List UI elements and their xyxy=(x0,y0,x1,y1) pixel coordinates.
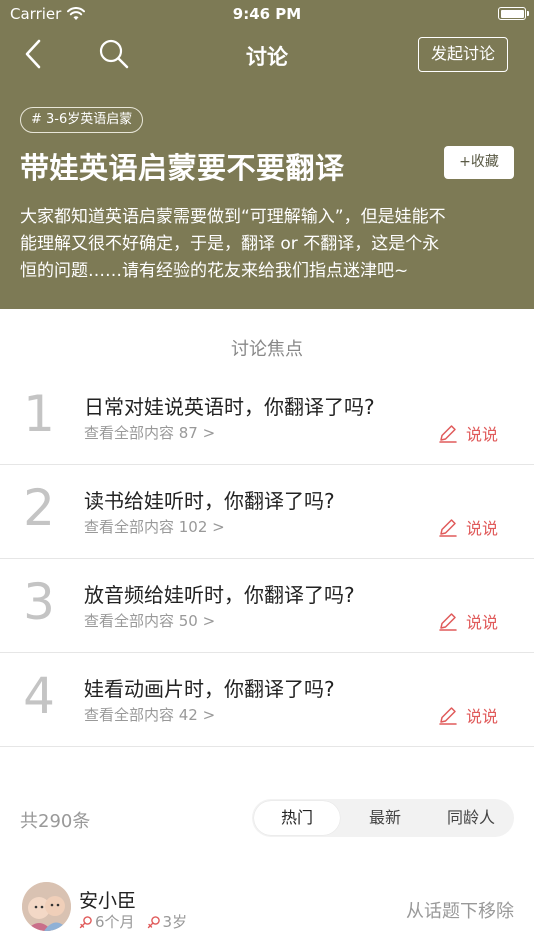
female-icon xyxy=(79,915,92,928)
say-label: 说说 xyxy=(466,613,499,632)
total-count: 共290条 xyxy=(20,811,91,832)
view-all-link[interactable]: 查看全部内容 102 > xyxy=(84,516,225,537)
say-label: 说说 xyxy=(466,707,499,726)
tab-same-age[interactable]: 同龄人 xyxy=(428,799,514,837)
say-label: 说说 xyxy=(466,519,499,538)
pencil-icon xyxy=(439,613,457,631)
say-button[interactable]: 说说 xyxy=(438,421,498,445)
say-label: 说说 xyxy=(466,425,499,444)
topic-header: Carrier 9:46 PM 讨论 发起讨论 # 3-6岁英语启蒙 带娃英语启… xyxy=(0,0,534,309)
focus-list: 1 日常对娃说英语时，你翻译了吗? 查看全部内容 87 > 说说 2 读书给娃听… xyxy=(0,371,534,747)
child-age: 6个月 xyxy=(95,913,135,931)
focus-question[interactable]: 娃看动画片时，你翻译了吗? xyxy=(84,673,335,702)
focus-number: 4 xyxy=(23,667,55,725)
focus-question[interactable]: 日常对娃说英语时，你翻译了吗? xyxy=(84,391,375,420)
topic-description: 大家都知道英语启蒙需要做到“可理解输入”，但是娃能不 能理解又很不好确定，于是，… xyxy=(20,204,516,285)
say-button[interactable]: 说说 xyxy=(438,703,498,727)
focus-item[interactable]: 3 放音频给娃听时，你翻译了吗? 查看全部内容 50 > 说说 xyxy=(0,559,534,653)
back-chevron-icon[interactable] xyxy=(18,38,50,70)
avatar[interactable] xyxy=(22,882,71,931)
nav-bar: 讨论 发起讨论 xyxy=(0,30,534,80)
topic-description-line: 大家都知道英语启蒙需要做到“可理解输入”，但是娃能不 xyxy=(20,207,446,227)
focus-item[interactable]: 4 娃看动画片时，你翻译了吗? 查看全部内容 42 > 说说 xyxy=(0,653,534,747)
status-bar: Carrier 9:46 PM xyxy=(0,0,534,28)
topic-tag[interactable]: # 3-6岁英语启蒙 xyxy=(20,107,144,133)
avatar-image xyxy=(22,882,71,931)
topic-description-line: 能理解又很不好确定，于是，翻译 or 不翻译，这是个永 xyxy=(20,234,440,254)
tab-hot[interactable]: 热门 xyxy=(254,801,340,835)
view-all-link[interactable]: 查看全部内容 87 > xyxy=(84,422,215,443)
pencil-icon xyxy=(439,519,457,537)
view-all-link[interactable]: 查看全部内容 42 > xyxy=(84,704,215,725)
pencil-icon xyxy=(439,425,457,443)
female-icon xyxy=(147,915,160,928)
child-age-item: 6个月 xyxy=(79,911,135,932)
pencil-icon xyxy=(439,707,457,725)
focus-question[interactable]: 读书给娃听时，你翻译了吗? xyxy=(84,485,335,514)
view-all-link[interactable]: 查看全部内容 50 > xyxy=(84,610,215,631)
focus-item[interactable]: 1 日常对娃说英语时，你翻译了吗? 查看全部内容 87 > 说说 xyxy=(0,371,534,465)
start-discussion-button[interactable]: 发起讨论 xyxy=(418,37,508,72)
battery-icon xyxy=(498,7,529,20)
focus-heading: 讨论焦点 xyxy=(231,339,303,360)
topic-title: 带娃英语启蒙要不要翻译 xyxy=(20,151,345,185)
status-time: 9:46 PM xyxy=(232,5,302,23)
focus-item[interactable]: 2 读书给娃听时，你翻译了吗? 查看全部内容 102 > 说说 xyxy=(0,465,534,559)
collect-button[interactable]: +收藏 xyxy=(444,146,514,179)
children-ages: 6个月 3岁 xyxy=(79,911,187,932)
focus-question[interactable]: 放音频给娃听时，你翻译了吗? xyxy=(84,579,355,608)
remove-from-topic-button[interactable]: 从话题下移除 xyxy=(406,897,514,923)
child-age-item: 3岁 xyxy=(147,911,188,932)
post-item: 安小臣 6个月 3岁 从话题下移除 xyxy=(0,880,534,950)
focus-number: 2 xyxy=(23,479,55,537)
topic-description-line: 恒的问题……请有经验的花友来给我们指点迷津吧~ xyxy=(20,261,409,281)
child-age: 3岁 xyxy=(162,913,188,931)
focus-number: 1 xyxy=(23,385,55,443)
tab-latest[interactable]: 最新 xyxy=(342,799,428,837)
author-name[interactable]: 安小臣 xyxy=(79,886,136,913)
focus-number: 3 xyxy=(23,573,55,631)
search-icon[interactable] xyxy=(98,38,130,70)
say-button[interactable]: 说说 xyxy=(438,515,498,539)
say-button[interactable]: 说说 xyxy=(438,609,498,633)
sort-segmented-control: 热门 最新 同龄人 xyxy=(252,799,514,837)
